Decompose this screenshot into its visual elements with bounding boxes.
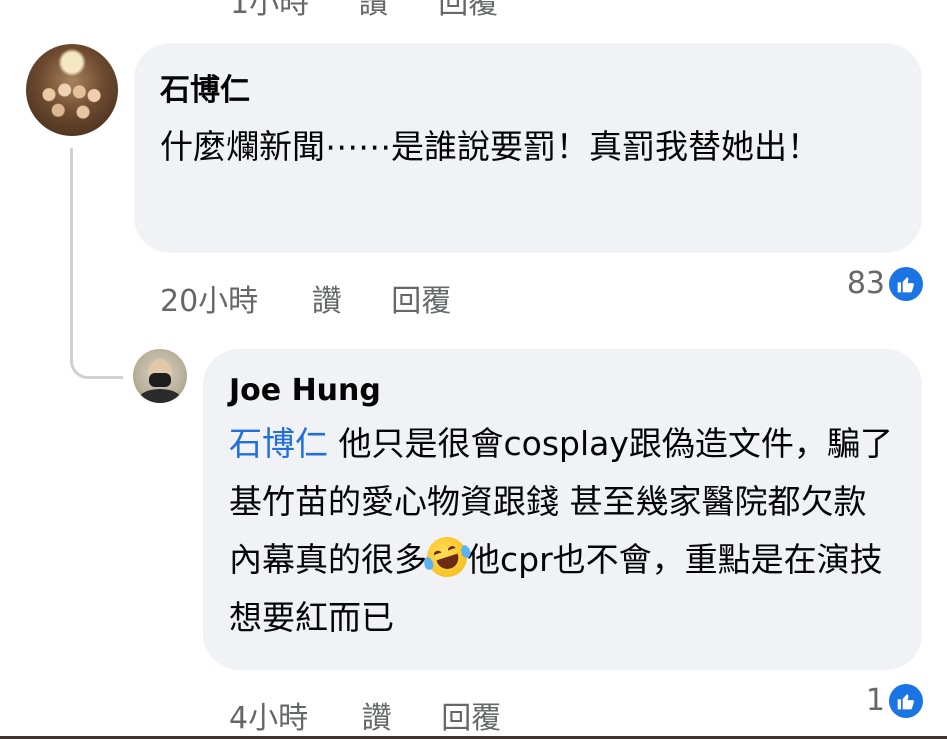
comment-text: 什麼爛新聞⋯⋯是誰說要罰！真罰我替她出！: [160, 127, 820, 166]
previous-comment-actions: 1小時 讚 回覆: [230, 0, 538, 22]
avatar-mask: [149, 373, 171, 387]
reaction-count: 83: [846, 266, 885, 301]
avatar-group-photo: [26, 44, 118, 136]
comment-actions: 20小時 讚 回覆: [160, 276, 491, 320]
reaction-summary[interactable]: 83: [847, 266, 923, 301]
reply-timestamp[interactable]: 4小時: [229, 701, 308, 736]
rolling-laughing-emoji-icon: [421, 531, 473, 583]
reply-author[interactable]: Joe Hung: [229, 371, 896, 411]
mention-link[interactable]: 石博仁: [229, 424, 328, 463]
reply-avatar[interactable]: [133, 349, 187, 403]
comment-author[interactable]: 石博仁: [160, 71, 892, 111]
reply-actions: 4小時 讚 回覆: [229, 693, 541, 737]
reply-reaction-count: 1: [865, 683, 885, 718]
reply-button[interactable]: 回覆: [391, 284, 451, 319]
like-button[interactable]: 讚: [312, 284, 342, 319]
avatar[interactable]: [26, 44, 118, 136]
comment-timestamp[interactable]: 20小時: [160, 284, 258, 319]
thumbs-up-icon: [889, 683, 923, 718]
comment-bubble: 石博仁 什麼爛新聞⋯⋯是誰說要罰！真罰我替她出！: [134, 43, 922, 253]
reply-text: 石博仁 他只是很會cosplay跟偽造文件，騙了基竹苗的愛心物資跟錢 甚至幾家醫…: [229, 415, 899, 647]
comment-thread: 1小時 讚 回覆 石博仁 什麼爛新聞⋯⋯是誰說要罰！真罰我替她出！ 20小時 讚…: [0, 0, 947, 739]
reply-reply-button[interactable]: 回覆: [441, 701, 501, 736]
reply-like-button[interactable]: 讚: [362, 701, 392, 736]
thread-connector-line: [70, 148, 73, 360]
previous-comment-like-button[interactable]: 讚: [359, 0, 389, 21]
previous-comment-time: 1小時: [230, 0, 310, 21]
thread-connector-curve: [70, 330, 123, 379]
reply-reaction-summary[interactable]: 1: [866, 683, 923, 718]
previous-comment-reply-button[interactable]: 回覆: [438, 0, 498, 21]
avatar-body: [139, 389, 181, 403]
thumbs-up-icon: [889, 266, 923, 301]
reply-bubble: Joe Hung 石博仁 他只是很會cosplay跟偽造文件，騙了基竹苗的愛心物…: [203, 349, 922, 670]
